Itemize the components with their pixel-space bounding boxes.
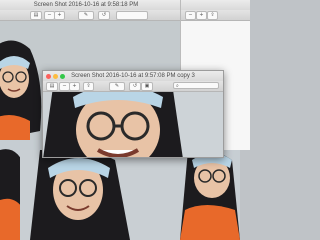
- zoom-in-icon: +: [57, 12, 62, 18]
- zoom-out-button[interactable]: −: [185, 11, 196, 20]
- markup-button[interactable]: ✎: [109, 82, 125, 91]
- zoom-in-button[interactable]: +: [69, 82, 80, 91]
- sidebar-button[interactable]: ▤: [46, 82, 58, 91]
- title-bar[interactable]: [181, 0, 250, 10]
- zoom-out-icon: −: [188, 12, 193, 18]
- zoom-in-button[interactable]: +: [54, 11, 65, 20]
- toolbox-button[interactable]: ▣: [141, 82, 153, 91]
- toolbox-icon: ▣: [144, 83, 150, 89]
- toolbar: ▤ − + ⇪ ✎ ↺ ▣ ⌕: [43, 81, 223, 92]
- rotate-icon: ↺: [132, 83, 138, 89]
- share-icon: ⇪: [86, 83, 91, 89]
- share-button[interactable]: ⇪: [207, 11, 218, 20]
- photo-bottom-center: [20, 150, 180, 240]
- search-field[interactable]: ⌕: [173, 82, 219, 89]
- close-button[interactable]: [46, 74, 51, 79]
- zoom-in-button[interactable]: +: [196, 11, 207, 20]
- search-icon: ⌕: [176, 83, 179, 89]
- pen-icon: ✎: [83, 12, 89, 18]
- pen-icon: ✎: [114, 83, 120, 89]
- sidebar-button[interactable]: ▤: [30, 11, 42, 20]
- zoom-in-icon: +: [72, 83, 77, 89]
- toolbar: ▤ − + ✎ ↺: [0, 10, 182, 21]
- sidebar-icon: ▤: [33, 12, 39, 18]
- share-icon: ⇪: [210, 12, 215, 18]
- minimize-button[interactable]: [53, 74, 58, 79]
- share-button[interactable]: ⇪: [83, 82, 94, 91]
- toolbar: − + ⇪: [181, 10, 250, 21]
- rotate-button[interactable]: ↺: [98, 11, 110, 20]
- title-bar[interactable]: Screen Shot 2016-10-16 at 9:57:08 PM cop…: [43, 71, 223, 81]
- markup-button[interactable]: ✎: [78, 11, 94, 20]
- search-field[interactable]: [116, 11, 148, 20]
- zoom-out-icon: −: [47, 12, 52, 18]
- title-bar[interactable]: Screen Shot 2016-10-16 at 9:58:18 PM: [0, 0, 182, 10]
- window-title: Screen Shot 2016-10-16 at 9:57:08 PM cop…: [71, 73, 195, 79]
- window-title: Screen Shot 2016-10-16 at 9:58:18 PM: [33, 2, 139, 8]
- photo-bottom-right: [180, 150, 240, 240]
- sidebar-icon: ▤: [49, 83, 55, 89]
- rotate-icon: ↺: [101, 12, 107, 18]
- zoom-button[interactable]: [60, 74, 65, 79]
- zoom-in-icon: +: [199, 12, 204, 18]
- preview-window-front[interactable]: Screen Shot 2016-10-16 at 9:57:08 PM cop…: [42, 70, 224, 158]
- rotate-button[interactable]: ↺: [129, 82, 141, 91]
- image-view[interactable]: [43, 92, 223, 157]
- zoom-out-icon: −: [62, 83, 67, 89]
